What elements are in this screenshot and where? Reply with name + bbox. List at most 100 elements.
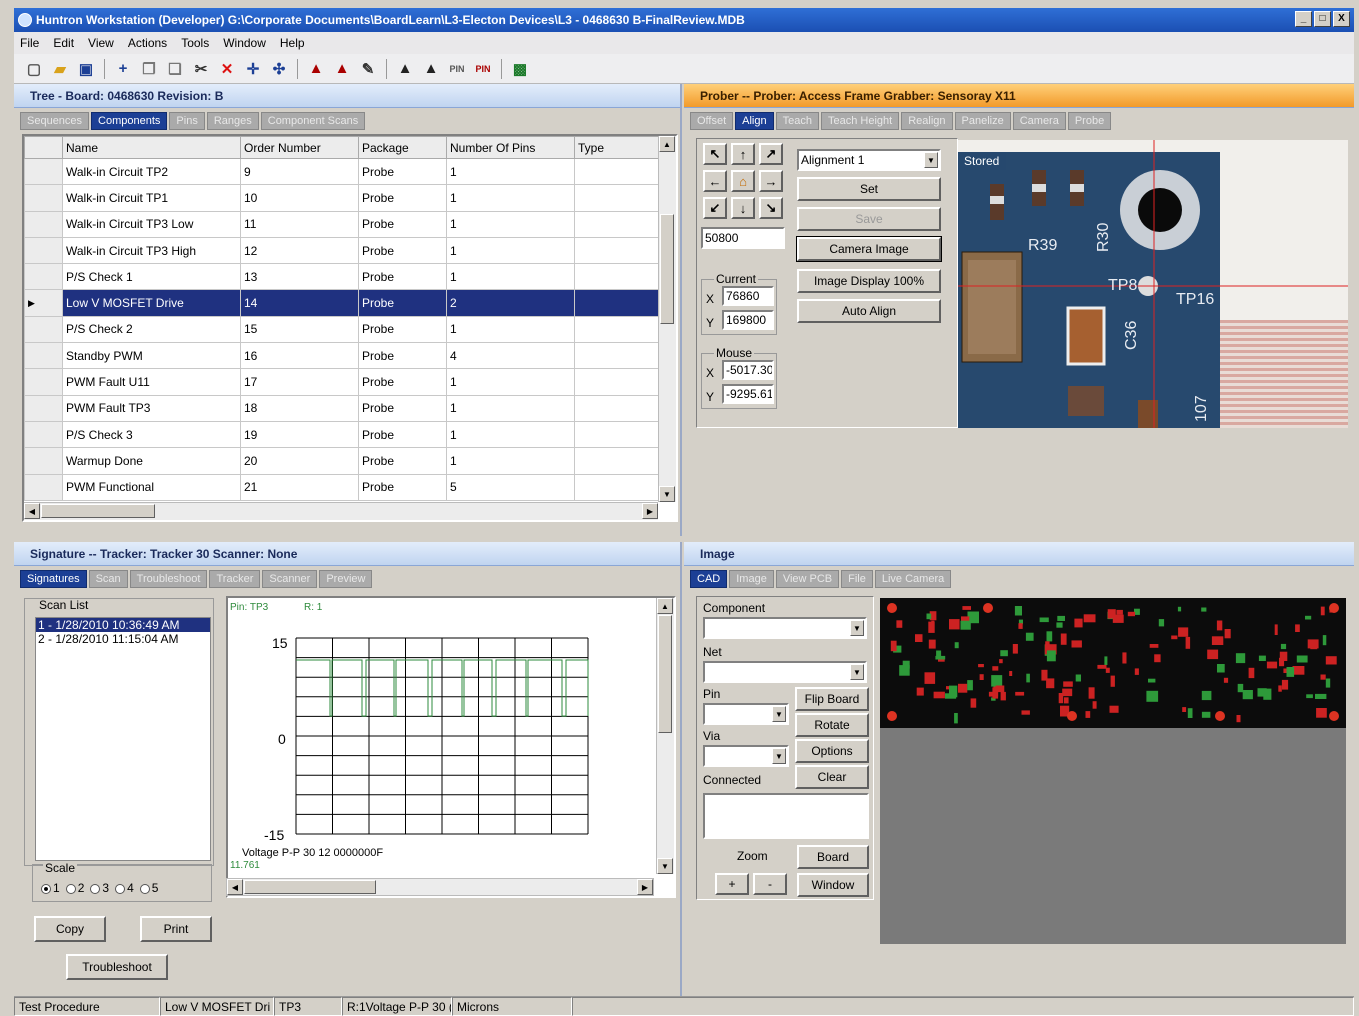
- jog-up-icon[interactable]: ↑: [731, 143, 755, 165]
- menu-actions[interactable]: Actions: [128, 36, 167, 50]
- table-cell[interactable]: [574, 447, 659, 475]
- table-cell[interactable]: 1: [446, 263, 575, 291]
- scroll-left-icon[interactable]: ◀: [227, 879, 243, 895]
- menu-window[interactable]: Window: [223, 36, 266, 50]
- jog-right-icon[interactable]: →: [759, 170, 783, 192]
- zoom-out-button[interactable]: -: [753, 873, 787, 895]
- camera-image-button[interactable]: Camera Image: [796, 236, 942, 262]
- plot-h-scroll-thumb[interactable]: [244, 880, 376, 894]
- copy-icon[interactable]: ❐: [139, 59, 159, 79]
- save-disk-icon[interactable]: ▣: [76, 59, 96, 79]
- table-cell[interactable]: Probe: [358, 289, 447, 317]
- add-icon[interactable]: +: [113, 59, 133, 79]
- step-size-input[interactable]: 50800: [701, 227, 785, 249]
- via-select[interactable]: ▼: [703, 745, 789, 767]
- scale-radio-4[interactable]: 4: [115, 881, 134, 895]
- scroll-down-icon[interactable]: ▼: [657, 858, 673, 874]
- tab-camera[interactable]: Camera: [1012, 112, 1066, 130]
- cad-view[interactable]: [880, 598, 1346, 944]
- table-cell[interactable]: [574, 184, 659, 212]
- table-cell[interactable]: PWM Fault U11: [62, 368, 241, 396]
- table-cell[interactable]: 10: [240, 184, 359, 212]
- options-button[interactable]: Options: [795, 739, 869, 763]
- save-button[interactable]: Save: [797, 207, 941, 231]
- rotate-button[interactable]: Rotate: [795, 713, 869, 737]
- chevron-down-icon[interactable]: ▼: [850, 664, 864, 680]
- row-header[interactable]: [24, 315, 63, 344]
- chevron-down-icon[interactable]: ▼: [772, 748, 786, 764]
- tab-teach[interactable]: Teach: [775, 112, 819, 130]
- tab-live-camera[interactable]: Live Camera: [874, 570, 952, 588]
- plot-scroll-thumb[interactable]: [658, 615, 672, 733]
- table-cell[interactable]: [574, 263, 659, 291]
- print-button[interactable]: Print: [140, 916, 212, 942]
- column-header-package[interactable]: Package: [358, 136, 447, 159]
- pin-scan-icon[interactable]: PIN: [447, 59, 467, 79]
- tab-align[interactable]: Align: [735, 112, 774, 130]
- board-view-icon[interactable]: ▩: [510, 59, 530, 79]
- table-cell[interactable]: Probe: [358, 315, 447, 344]
- maximize-button[interactable]: □: [1314, 11, 1331, 27]
- table-cell[interactable]: Probe: [358, 447, 447, 475]
- jog-left-icon[interactable]: ←: [703, 170, 727, 192]
- tab-pins[interactable]: Pins: [169, 112, 205, 130]
- table-cell[interactable]: 19: [240, 420, 359, 449]
- paste-icon[interactable]: ❏: [165, 59, 185, 79]
- column-header-type[interactable]: Type: [574, 136, 659, 159]
- probe-down-icon[interactable]: ▲: [306, 59, 326, 79]
- table-row[interactable]: P/S Check 1 13 Probe 1: [24, 263, 659, 291]
- table-cell[interactable]: Probe: [358, 263, 447, 291]
- table-cell[interactable]: [574, 210, 659, 238]
- table-row[interactable]: PWM Fault U11 17 Probe 1: [24, 368, 659, 396]
- table-cell[interactable]: 1: [446, 157, 575, 186]
- jog-down-right-icon[interactable]: ↘: [759, 197, 783, 219]
- close-button[interactable]: X: [1333, 11, 1350, 27]
- h-scroll-thumb[interactable]: [41, 504, 155, 518]
- row-header[interactable]: [24, 420, 63, 449]
- table-cell[interactable]: Warmup Done: [62, 447, 241, 475]
- table-cell[interactable]: 1: [446, 368, 575, 396]
- table-cell[interactable]: Probe: [358, 236, 447, 265]
- tab-image[interactable]: Image: [729, 570, 774, 588]
- delete-icon[interactable]: ✕: [217, 59, 237, 79]
- table-row[interactable]: P/S Check 2 15 Probe 1: [24, 315, 659, 344]
- jog-up-right-icon[interactable]: ↗: [759, 143, 783, 165]
- jog-down-icon[interactable]: ↓: [731, 197, 755, 219]
- table-cell[interactable]: PWM Fault TP3: [62, 394, 241, 422]
- table-row[interactable]: Walk-in Circuit TP3 High 12 Probe 1: [24, 236, 659, 265]
- table-cell[interactable]: Probe: [358, 210, 447, 238]
- table-cell[interactable]: 15: [240, 315, 359, 344]
- net-select[interactable]: ▼: [703, 661, 867, 683]
- zoom-board-button[interactable]: Board: [797, 845, 869, 869]
- chevron-down-icon[interactable]: ▼: [772, 706, 786, 722]
- jog-up-left-icon[interactable]: ↖: [703, 143, 727, 165]
- scan-list[interactable]: 1 - 1/28/2010 10:36:49 AM 2 - 1/28/2010 …: [35, 617, 211, 861]
- table-cell[interactable]: 18: [240, 394, 359, 422]
- scroll-thumb[interactable]: [660, 214, 674, 324]
- table-cell[interactable]: Probe: [358, 473, 447, 501]
- scale-radio-5[interactable]: 5: [139, 881, 158, 895]
- probe-tool-icon[interactable]: ✎: [358, 59, 378, 79]
- clear-button[interactable]: Clear: [795, 765, 869, 789]
- pin-probe-icon[interactable]: PIN: [473, 59, 493, 79]
- table-row[interactable]: ▶ Low V MOSFET Drive 14 Probe 2: [24, 289, 659, 317]
- tab-scan[interactable]: Scan: [88, 570, 128, 588]
- table-cell[interactable]: P/S Check 1: [62, 263, 241, 291]
- table-cell[interactable]: 13: [240, 263, 359, 291]
- table-cell[interactable]: [574, 394, 659, 422]
- jog-down-left-icon[interactable]: ↙: [703, 197, 727, 219]
- add-multiple-pins-icon[interactable]: ✣: [269, 59, 289, 79]
- pin-select[interactable]: ▼: [703, 703, 789, 725]
- chevron-down-icon[interactable]: ▼: [850, 620, 864, 636]
- scroll-up-icon[interactable]: ▲: [657, 598, 673, 614]
- scan-list-item[interactable]: 2 - 1/28/2010 11:15:04 AM: [36, 632, 210, 646]
- table-cell[interactable]: 1: [446, 315, 575, 344]
- table-cell[interactable]: 20: [240, 447, 359, 475]
- table-cell[interactable]: Probe: [358, 342, 447, 370]
- tab-tracker[interactable]: Tracker: [209, 570, 261, 588]
- row-header[interactable]: [24, 184, 63, 212]
- tab-view-pcb[interactable]: View PCB: [775, 570, 840, 588]
- menu-help[interactable]: Help: [280, 36, 305, 50]
- zoom-window-button[interactable]: Window: [797, 873, 869, 897]
- add-pin-icon[interactable]: ✛: [243, 59, 263, 79]
